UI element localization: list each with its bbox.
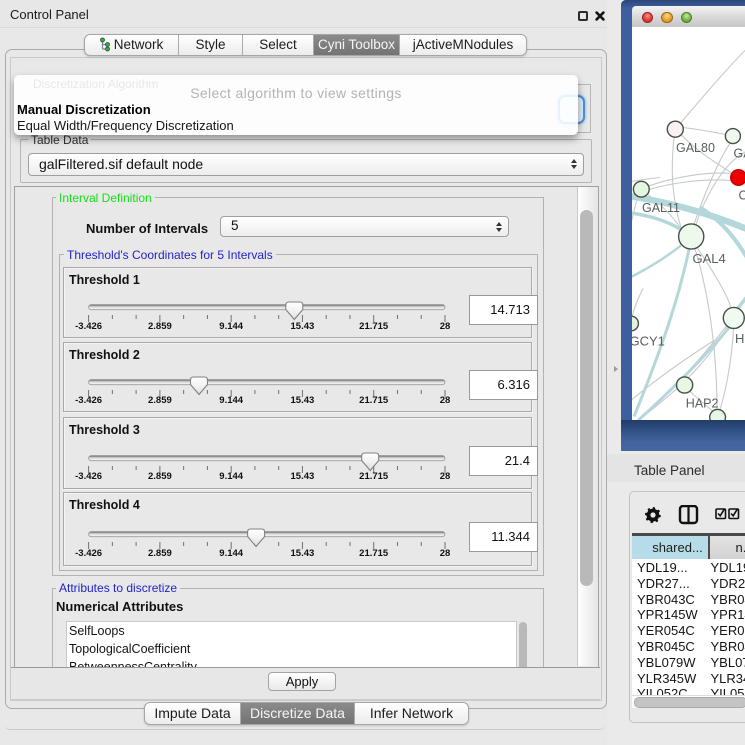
svg-text:GA: GA [734, 146, 745, 160]
svg-text:GAL4: GAL4 [693, 251, 726, 266]
svg-text:GAL80: GAL80 [676, 141, 715, 155]
svg-text:C: C [739, 188, 745, 202]
svg-text:GAL11: GAL11 [642, 201, 680, 215]
svg-text:H: H [735, 331, 744, 346]
svg-text:GCY1: GCY1 [632, 333, 665, 348]
svg-text:HAP2: HAP2 [686, 396, 719, 410]
